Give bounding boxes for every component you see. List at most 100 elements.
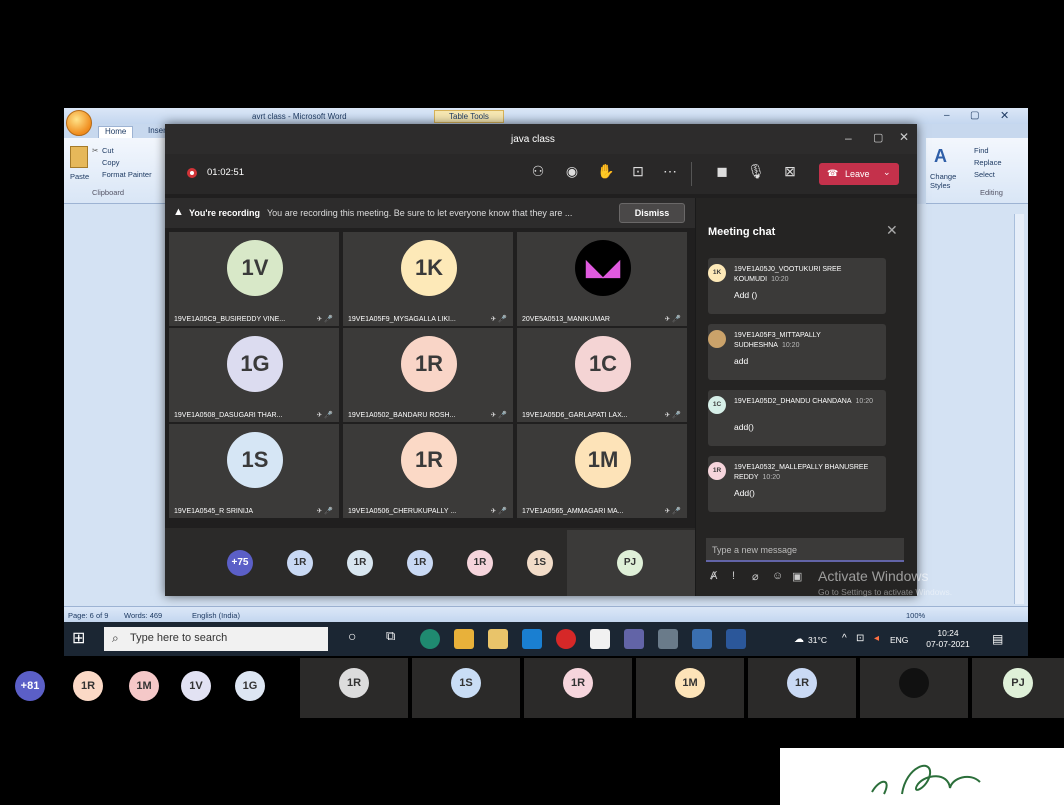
outer-avatar[interactable]: 1V [181, 671, 211, 701]
file-explorer-icon[interactable] [454, 629, 474, 649]
notifications-icon[interactable]: ▤ [992, 632, 1003, 646]
paste-label[interactable]: Paste [70, 172, 89, 181]
outer-avatar[interactable]: 1M [129, 671, 159, 701]
strip-avatar[interactable]: 1S [527, 550, 553, 576]
teams-close-button[interactable]: ✕ [899, 130, 909, 144]
cut-button[interactable]: Cut [102, 146, 114, 155]
weather-temp: 31°C [808, 635, 827, 645]
chat-icon[interactable]: ◉ [561, 163, 583, 180]
chat-message: 1C 19VE1A05D2_DHANDU CHANDANA 10:20 add() [708, 390, 886, 446]
muted-mic-icon: ✈ 🎤 [490, 412, 507, 419]
word-maximize-button[interactable]: ▢ [970, 110, 979, 121]
video-tile[interactable]: 1R 19VE1A0506_CHERUKUPALLY ... ✈ 🎤 [343, 424, 513, 518]
chat-avatar: 1R [708, 462, 726, 480]
video-tile[interactable]: 1S 19VE1A0545_R SRINIJA ✈ 🎤 [169, 424, 339, 518]
outer-avatar[interactable]: 1G [235, 671, 265, 701]
close-icon[interactable]: ✕ [886, 222, 898, 239]
outer-video-tile[interactable]: 1R [524, 658, 632, 718]
word-minimize-button[interactable]: – [944, 110, 950, 121]
network-icon[interactable]: ⊡ [856, 633, 864, 644]
word-close-button[interactable]: ✕ [1000, 109, 1009, 122]
input-language[interactable]: ENG [890, 635, 908, 645]
outer-video-tile[interactable]: 1S [412, 658, 520, 718]
outer-tile-avatar: 1R [339, 668, 369, 698]
strip-avatar[interactable]: 1R [407, 550, 433, 576]
outer-avatar[interactable]: +81 [15, 671, 45, 701]
video-tile[interactable]: 1M 17VE1A0565_AMMAGARI MA... ✈ 🎤 [517, 424, 687, 518]
strip-avatar[interactable]: 1R [287, 550, 313, 576]
chat-sender-name: 19VE1A05D2_DHANDU CHANDANA [734, 398, 852, 405]
copy-button[interactable]: Copy [102, 158, 120, 167]
zoom-level[interactable]: 100% [906, 611, 925, 620]
tray-chevron-icon[interactable]: ^ [842, 633, 847, 644]
clock-time[interactable]: 10:24 [924, 628, 972, 638]
strip-avatar[interactable]: +75 [227, 550, 253, 576]
video-tile[interactable]: 1G 19VE1A0508_DASUGARI THAR... ✈ 🎤 [169, 328, 339, 422]
task-view-icon[interactable]: ⧉ [386, 628, 395, 644]
office-button[interactable] [66, 110, 92, 136]
teams-taskbar-icon[interactable] [624, 629, 644, 649]
teams-minimize-button[interactable]: – [845, 131, 852, 145]
video-tile[interactable]: 1C 19VE1A05D6_GARLAPATI LAX... ✈ 🎤 [517, 328, 687, 422]
priority-icon[interactable]: ! [732, 570, 735, 582]
taskbar-search-input[interactable]: ⌕ Type here to search [104, 627, 328, 651]
format-icon[interactable]: Ⱥ [710, 570, 717, 582]
clock-date[interactable]: 07-07-2021 [920, 639, 976, 649]
gif-icon[interactable]: ▣ [792, 570, 802, 583]
replace-button[interactable]: Replace [974, 158, 1002, 167]
edge-icon[interactable] [420, 629, 440, 649]
strip-avatar[interactable]: 1R [347, 550, 373, 576]
recording-indicator-icon [187, 168, 197, 178]
video-tile[interactable]: ◣◢ 20VE5A0513_MANIKUMAR ✈ 🎤 [517, 232, 687, 326]
format-painter-button[interactable]: Format Painter [102, 170, 152, 179]
participant-avatar: ◣◢ [575, 240, 631, 296]
cortana-icon[interactable]: ○ [348, 628, 356, 644]
leave-button[interactable]: ☎ Leave ⌄ [819, 163, 899, 185]
mail-icon[interactable] [522, 629, 542, 649]
outer-avatar[interactable]: 1R [73, 671, 103, 701]
phone-icon: ☎ [827, 168, 839, 178]
outer-video-tile[interactable]: PJ [972, 658, 1064, 718]
vertical-scrollbar[interactable] [1014, 214, 1024, 604]
chat-title: Meeting chat [708, 226, 776, 238]
outer-video-tile[interactable]: 1R [748, 658, 856, 718]
chat-message-input[interactable]: Type a new message [706, 538, 904, 562]
raise-hand-icon[interactable]: ✋ [595, 163, 617, 180]
change-styles-button[interactable]: Change Styles [930, 172, 960, 190]
video-tile[interactable]: 1K 19VE1A05F9_MYSAGALLA LIKI... ✈ 🎤 [343, 232, 513, 326]
opera-icon[interactable] [556, 629, 576, 649]
breakout-rooms-icon[interactable]: ⊡ [627, 163, 649, 180]
chat-sender: 19VE1A05F3_MITTAPALLY SUDHESHNA 10:20 [734, 331, 884, 351]
microphone-icon[interactable]: 🎙 [745, 163, 767, 180]
store-icon[interactable] [488, 629, 508, 649]
word-taskbar-icon[interactable] [726, 629, 746, 649]
participants-icon[interactable]: ⚇ [527, 163, 549, 180]
find-button[interactable]: Find [974, 146, 989, 155]
more-actions-icon[interactable]: ⋯ [659, 163, 681, 180]
video-tile[interactable]: 1R 19VE1A0502_BANDARU ROSH... ✈ 🎤 [343, 328, 513, 422]
select-button[interactable]: Select [974, 170, 995, 179]
media-icon[interactable] [658, 629, 678, 649]
attach-icon[interactable]: ⌀ [752, 570, 759, 583]
emoji-icon[interactable]: ☺ [772, 570, 783, 582]
self-video-tile[interactable]: PJ [567, 530, 695, 596]
app-icon[interactable] [692, 629, 712, 649]
teams-maximize-button[interactable]: ▢ [873, 131, 883, 144]
outer-video-tile[interactable]: 1M [636, 658, 744, 718]
windows-start-icon[interactable]: ⊞ [72, 628, 85, 648]
video-tile[interactable]: 1V 19VE1A05C9_BUSIREDDY VINE... ✈ 🎤 [169, 232, 339, 326]
paste-icon[interactable] [70, 146, 88, 168]
tab-home[interactable]: Home [98, 126, 134, 138]
participant-avatar: 1V [227, 240, 283, 296]
dismiss-button[interactable]: Dismiss [619, 203, 685, 223]
signature-image [780, 748, 1064, 805]
outer-video-tile[interactable] [860, 658, 968, 718]
share-screen-icon[interactable]: ⊠ [779, 163, 801, 180]
strip-avatar[interactable]: 1R [467, 550, 493, 576]
chevron-down-icon[interactable]: ⌄ [883, 167, 891, 178]
speaker-icon[interactable]: ◂ [874, 633, 879, 644]
word-title-bar: avrt class - Microsoft Word Table Tools … [64, 108, 1028, 124]
outer-video-tile[interactable]: 1R [300, 658, 408, 718]
camera-off-icon[interactable]: ◼ [711, 163, 733, 180]
notepad-icon[interactable] [590, 629, 610, 649]
